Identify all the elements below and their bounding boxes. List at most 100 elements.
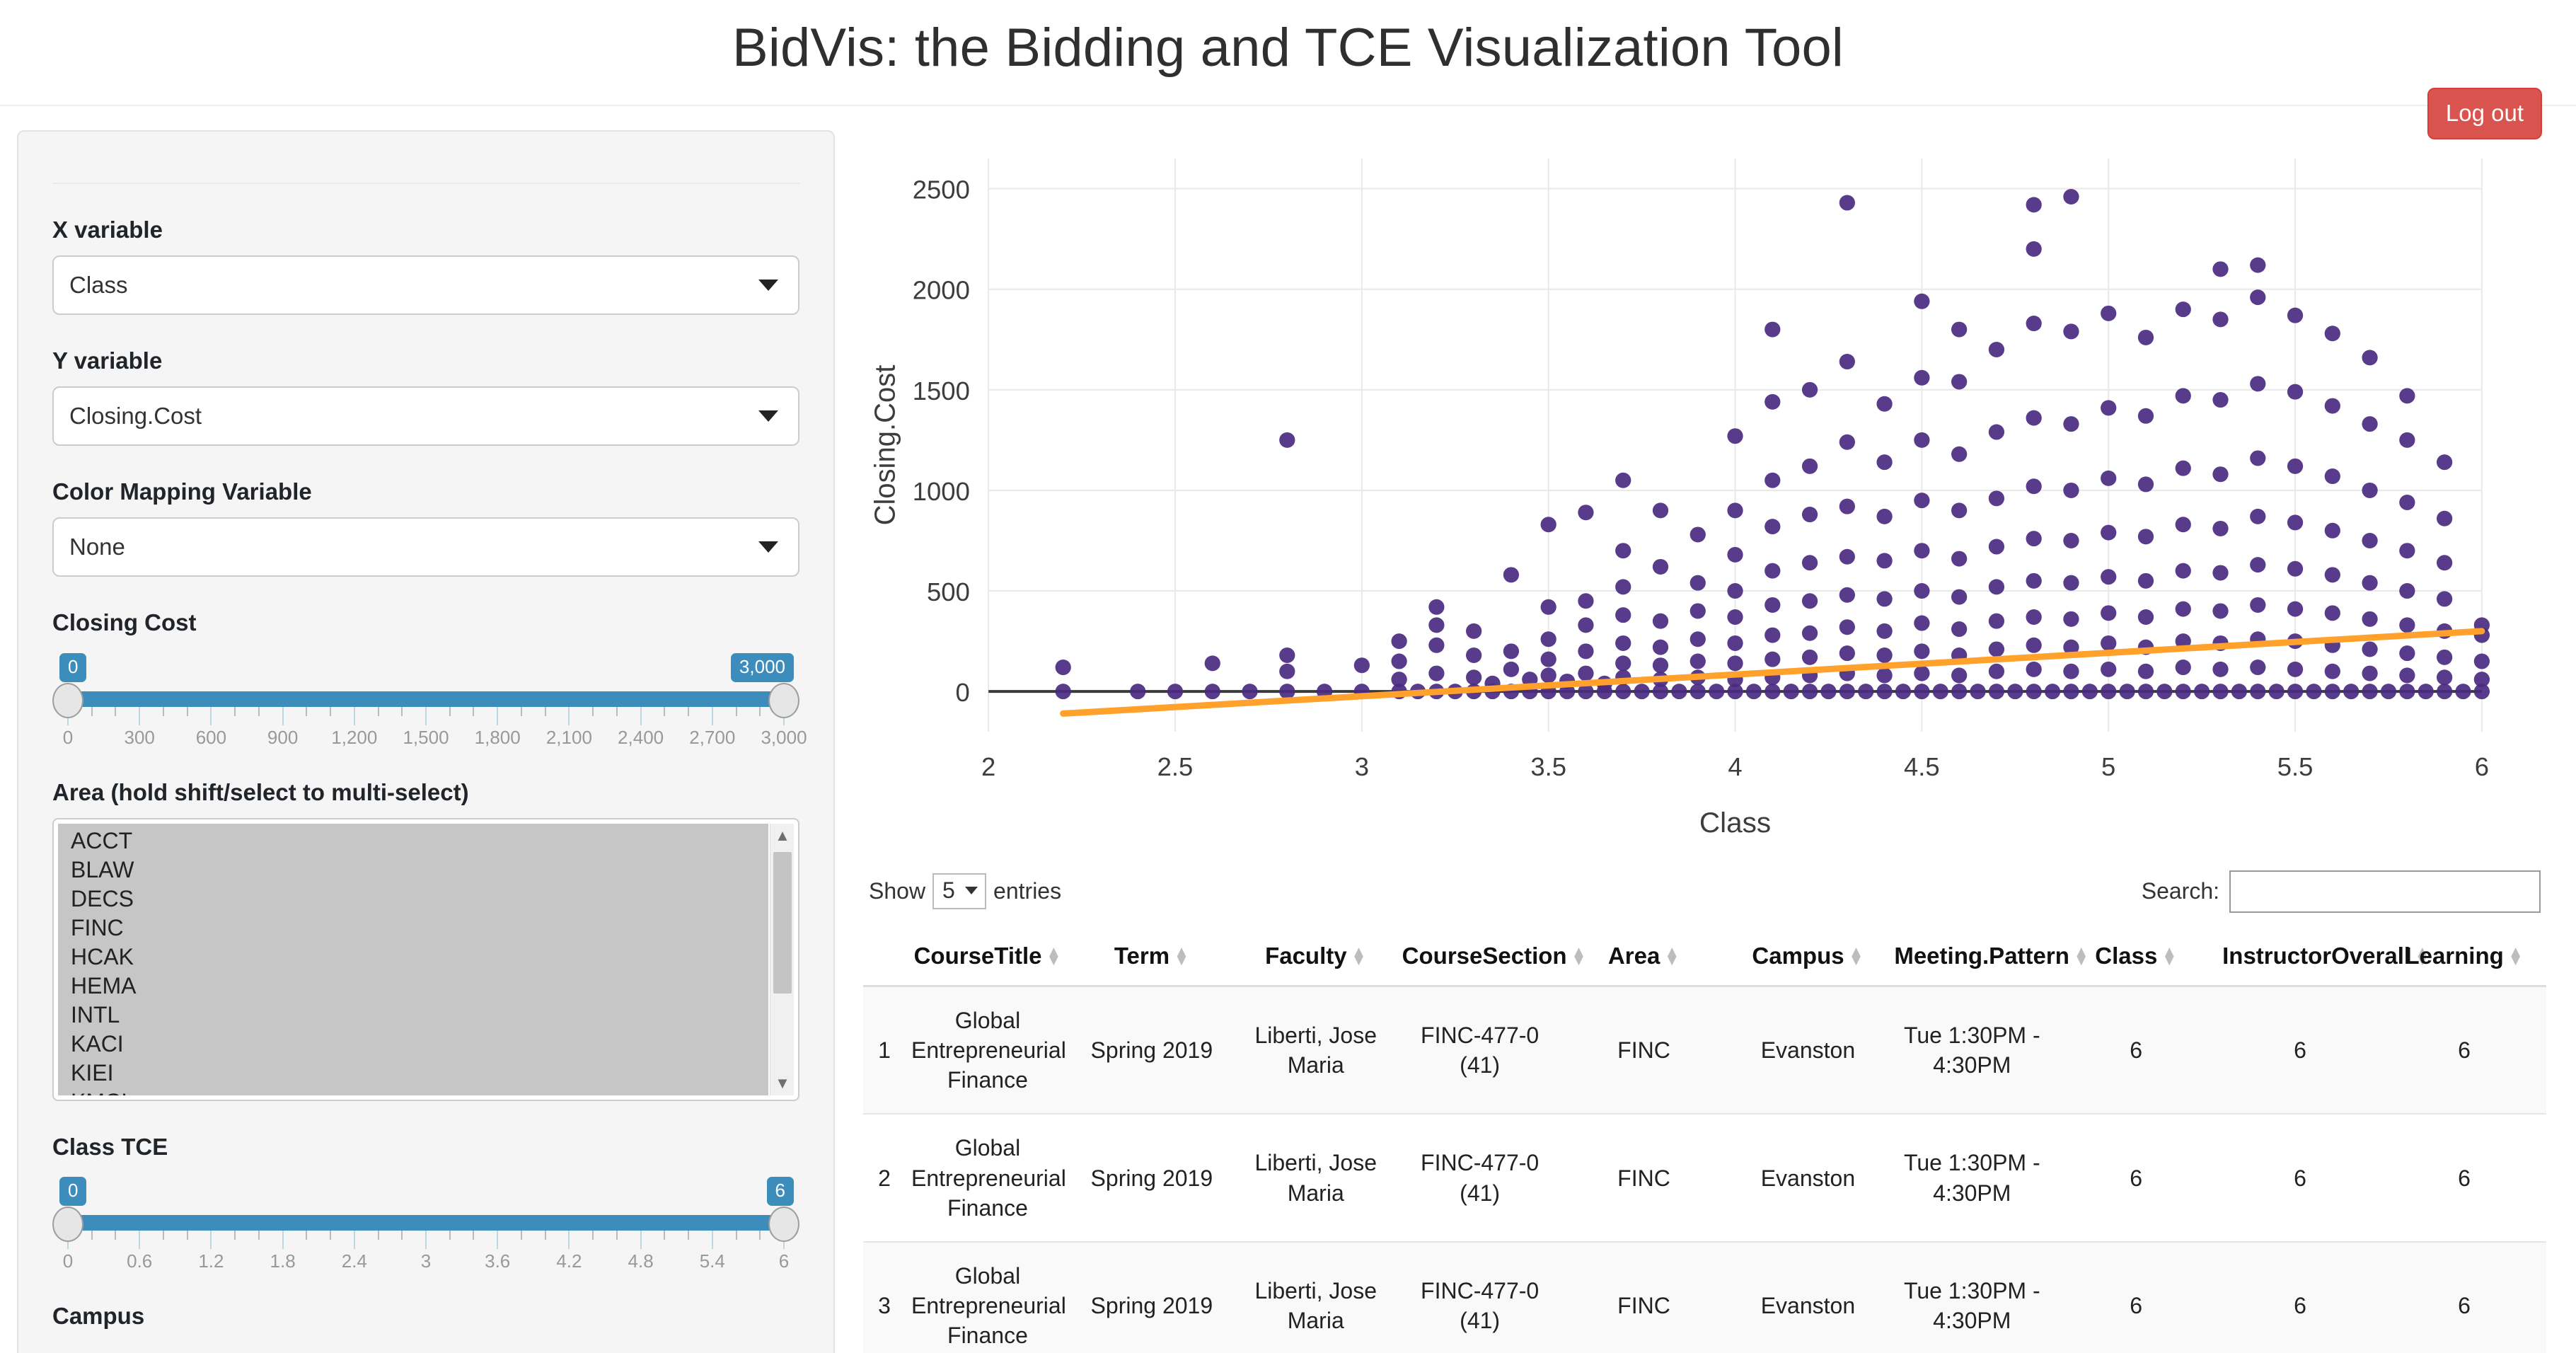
data-point — [1503, 661, 1520, 677]
data-point — [2250, 375, 2266, 391]
x-variable-select[interactable]: Class — [52, 255, 799, 315]
sidebar-divider — [52, 182, 799, 184]
data-point — [1876, 508, 1893, 524]
table-row[interactable]: 3 Global Entrepreneurial Finance Spring 20… — [863, 1242, 2546, 1353]
area-option[interactable]: ACCT — [58, 827, 768, 856]
area-option[interactable]: DECS — [58, 885, 768, 914]
area-option[interactable]: KMCI — [58, 1088, 768, 1095]
x-axis-tick-label: 2 — [981, 752, 995, 781]
area-option[interactable]: BLAW — [58, 856, 768, 885]
data-point — [1503, 566, 1520, 582]
closing-cost-slider[interactable]: 0 3,000 0 300 600 900 1,200 1,500 1,800 2,100 2,… — [52, 652, 807, 748]
table-header-meeting-pattern[interactable]: Meeting.Pattern ▲ ▼ — [1890, 931, 2089, 987]
slider-scale-label: 900 — [267, 726, 299, 748]
sort-arrows-icon[interactable]: ▲ ▼ — [1664, 943, 1680, 967]
area-option[interactable]: INTL — [58, 1001, 768, 1030]
table-row[interactable]: 1 Global Entrepreneurial Finance Spring 20… — [863, 986, 2546, 1115]
data-point — [1727, 427, 1743, 444]
area-option[interactable]: KIEI — [58, 1059, 768, 1088]
data-point — [2175, 563, 2191, 579]
slider-scale-label: 2,700 — [689, 726, 736, 748]
data-point — [2324, 683, 2340, 699]
data-point — [1801, 506, 1818, 522]
class-tce-slider[interactable]: 0 6 0 0.6 1.2 1.8 2.4 3 3.6 4.2 4.8 5.4 6 — [52, 1177, 799, 1272]
data-point — [1839, 683, 1855, 699]
area-option[interactable]: HCAK — [58, 943, 768, 972]
area-option[interactable]: HEMA — [58, 972, 768, 1001]
table-header-coursesection[interactable]: CourseSection ▲ ▼ — [1397, 931, 1586, 987]
table-header-faculty[interactable]: Faculty ▲ ▼ — [1233, 931, 1398, 987]
table-header-term[interactable]: Term ▲ ▼ — [1069, 931, 1234, 987]
data-point — [1242, 683, 1258, 699]
data-point — [2324, 398, 2340, 414]
data-point — [1895, 683, 1912, 699]
campus-label: Campus — [52, 1303, 145, 1330]
table-header-campus[interactable]: Campus ▲ ▼ — [1726, 931, 1890, 987]
area-option[interactable]: FINC — [58, 914, 768, 943]
x-axis-tick-label: 5.5 — [2277, 752, 2314, 781]
sort-arrows-icon[interactable]: ▲ ▼ — [1351, 943, 1367, 967]
sort-arrows-icon[interactable]: ▲ ▼ — [2161, 943, 2177, 967]
class-tce-track[interactable] — [68, 1215, 784, 1231]
chart-background — [863, 129, 2546, 852]
data-point — [1055, 683, 1071, 699]
area-listbox[interactable]: ACCTBLAWDECSFINCHCAKHEMAINTLKACIKIEIKMCI… — [52, 817, 799, 1101]
area-option[interactable]: KACI — [58, 1030, 768, 1059]
data-point — [2212, 466, 2229, 482]
data-point — [2362, 575, 2378, 591]
data-point — [1634, 683, 1650, 699]
color-mapping-label: Color Mapping Variable — [52, 478, 312, 505]
y-variable-select[interactable]: Closing.Cost — [52, 386, 799, 447]
sort-arrows-icon[interactable]: ▲ ▼ — [1174, 943, 1189, 967]
data-point — [2306, 683, 2322, 699]
scrollbar-thumb[interactable] — [773, 851, 792, 994]
data-point — [1876, 454, 1893, 470]
data-point — [2436, 554, 2453, 570]
closing-cost-handle-min[interactable] — [52, 682, 83, 718]
table-header-area[interactable]: Area ▲ ▼ — [1561, 931, 1726, 987]
logout-button[interactable]: Log out — [2427, 87, 2542, 139]
sort-arrows-icon[interactable]: ▲ ▼ — [1849, 943, 1864, 967]
chevron-down-icon — [758, 541, 778, 553]
sort-arrows-icon[interactable]: ▲ ▼ — [1046, 943, 1062, 967]
slider-scale-label: 1.8 — [270, 1250, 296, 1272]
data-point — [1801, 554, 1818, 570]
closing-cost-handle-max[interactable] — [768, 682, 799, 718]
slider-tick-minor — [616, 706, 618, 716]
table-row[interactable]: 2 Global Entrepreneurial Finance Spring 20… — [863, 1114, 2546, 1243]
scroll-down-icon[interactable]: ▼ — [770, 1071, 795, 1095]
table-header-coursetitle[interactable]: CourseTitle ▲ ▼ — [906, 931, 1070, 987]
sort-arrows-icon[interactable]: ▲ ▼ — [2508, 943, 2524, 967]
data-point — [1839, 498, 1855, 514]
table-cell-instructoroverall: 6 — [2218, 986, 2383, 1115]
data-point — [2436, 649, 2453, 665]
entries-select[interactable]: 5 — [932, 873, 987, 910]
slider-scale-label: 1,800 — [474, 726, 521, 748]
sort-arrows-icon[interactable]: ▲ ▼ — [2074, 943, 2089, 967]
slider-scale-label: 1,500 — [403, 726, 449, 748]
data-point — [2399, 387, 2415, 403]
data-point — [1764, 563, 1781, 579]
data-point — [2193, 683, 2210, 699]
slider-tick-minor — [330, 706, 332, 716]
color-mapping-select[interactable]: None — [52, 517, 799, 577]
class-tce-handle-max[interactable] — [768, 1207, 799, 1243]
area-options-list[interactable]: ACCTBLAWDECSFINCHCAKHEMAINTLKACIKIEIKMCI… — [58, 823, 768, 1095]
y-variable-label: Y variable — [52, 347, 163, 374]
data-point — [1578, 592, 1594, 609]
x-axis-tick-label: 5 — [2101, 752, 2115, 781]
slider-scale-label: 2,100 — [545, 726, 592, 748]
data-point — [1914, 683, 1930, 699]
search-input[interactable] — [2229, 870, 2541, 913]
sort-arrows-icon[interactable]: ▲ ▼ — [1571, 943, 1587, 967]
class-tce-handle-min[interactable] — [52, 1207, 83, 1243]
area-scrollbar[interactable]: ▲ ▼ — [770, 823, 795, 1095]
scroll-up-icon[interactable]: ▲ — [770, 824, 795, 848]
data-point — [2156, 683, 2173, 699]
table-header-instructoroverall[interactable]: InstructorOverall ▲ ▼ — [2218, 931, 2430, 987]
table-cell-faculty: Liberti, Jose Maria — [1233, 1242, 1398, 1353]
data-point — [2250, 597, 2266, 613]
closing-cost-track[interactable] — [68, 691, 784, 707]
slider-tick-major — [210, 1231, 212, 1250]
table-header-learning[interactable]: Learning ▲ ▼ — [2382, 931, 2546, 987]
